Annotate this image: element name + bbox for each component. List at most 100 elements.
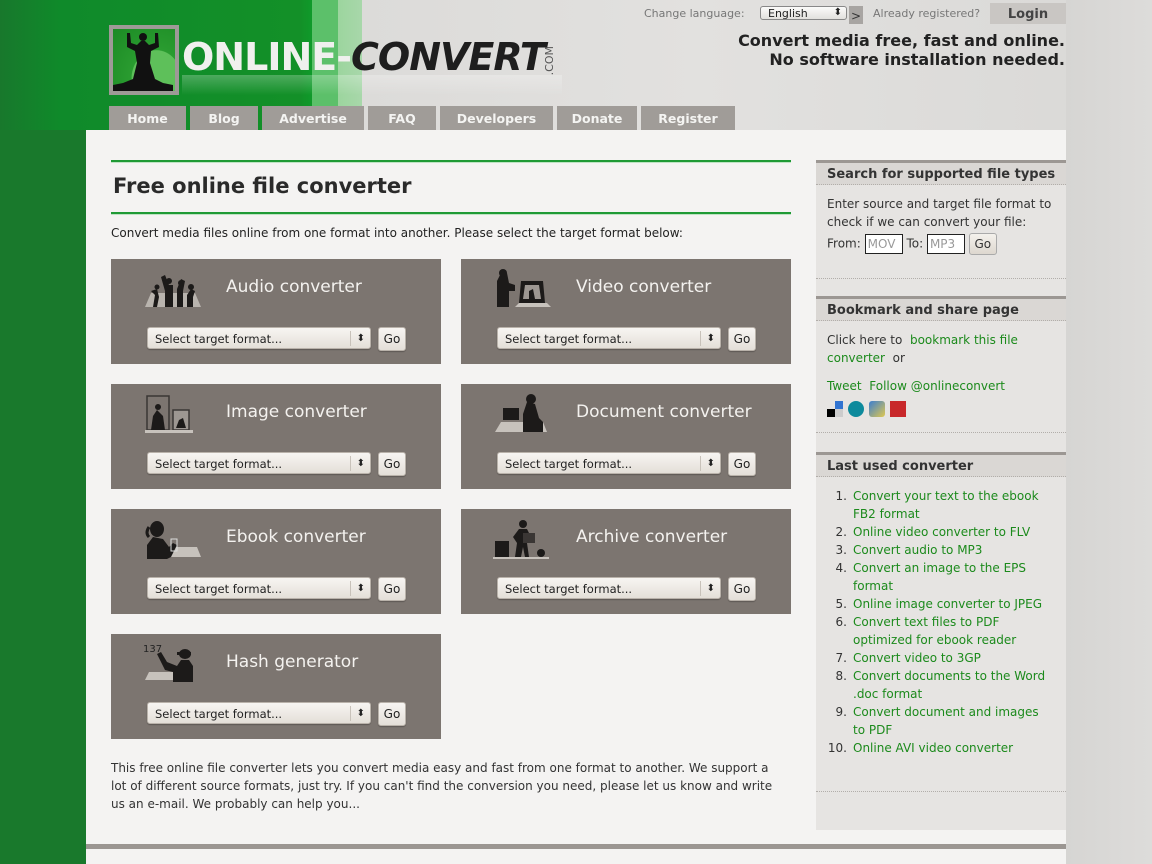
- box-title: Bookmark and share page: [816, 296, 1066, 321]
- select-arrows-icon: ⬍: [356, 583, 365, 594]
- card-title: Image converter: [226, 402, 367, 422]
- select-arrows-icon: ⬍: [706, 333, 715, 344]
- from-label: From:: [827, 236, 861, 251]
- bookmark-share-box: Bookmark and share page Click here to bo…: [816, 296, 1066, 417]
- video-go-button[interactable]: Go: [728, 327, 756, 351]
- list-item[interactable]: 1. Convert your text to the ebook FB2 for…: [816, 487, 1066, 523]
- hash-target-format-select[interactable]: Select target format... ⬍: [147, 702, 371, 724]
- list-item[interactable]: 8. Convert documents to the Word .doc for…: [816, 667, 1066, 703]
- image-go-button[interactable]: Go: [378, 452, 406, 476]
- title-bottom-rule: [111, 212, 791, 215]
- divider: [816, 791, 1066, 792]
- footer-divider: [86, 844, 1066, 849]
- document-converter-card: Document converter Select target format.…: [461, 384, 791, 489]
- picture-frames-icon: [145, 395, 193, 433]
- sidebar: Search for supported file types Enter so…: [816, 160, 1066, 830]
- dancing-people-icon: [145, 275, 201, 307]
- delicious-icon[interactable]: [827, 401, 843, 417]
- select-arrows-icon: ⬍: [356, 458, 365, 469]
- nav-blog[interactable]: Blog: [190, 106, 258, 130]
- list-item[interactable]: 2. Online video converter to FLV: [816, 523, 1066, 541]
- person-at-computer-icon: [495, 394, 547, 432]
- already-registered-label: Already registered?: [873, 7, 981, 20]
- nav-advertise[interactable]: Advertise: [262, 106, 364, 130]
- search-go-button[interactable]: Go: [968, 233, 997, 255]
- document-target-format-select[interactable]: Select target format... ⬍: [497, 452, 721, 474]
- list-item[interactable]: 3. Convert audio to MP3: [816, 541, 1066, 559]
- follow-link[interactable]: Follow @onlineconvert: [869, 379, 1005, 393]
- card-title: Ebook converter: [226, 527, 366, 547]
- stumbleupon-icon[interactable]: [848, 401, 864, 417]
- box-title: Search for supported file types: [816, 160, 1066, 185]
- hash-generator-card: 137 Hash generator Select target format.…: [111, 634, 441, 739]
- last-used-converter-box: Last used converter 1. Convert your text …: [816, 452, 1066, 757]
- myspace-icon[interactable]: [869, 401, 885, 417]
- archive-converter-card: Archive converter Select target format..…: [461, 509, 791, 614]
- audio-go-button[interactable]: Go: [378, 327, 406, 351]
- audio-converter-card: Audio converter Select target format... ⬍…: [111, 259, 441, 364]
- ebook-go-button[interactable]: Go: [378, 577, 406, 601]
- person-reading-ebook-icon: [145, 521, 201, 559]
- list-item[interactable]: 6. Convert text files to PDF optimized fo…: [816, 613, 1066, 649]
- to-label: To:: [906, 236, 924, 251]
- language-go-button[interactable]: >: [849, 6, 863, 24]
- tweet-link[interactable]: Tweet: [827, 379, 862, 393]
- from-format-input[interactable]: MOV: [864, 234, 903, 254]
- left-background-strip: [0, 130, 86, 864]
- image-converter-card: Image converter Select target format... ⬍…: [111, 384, 441, 489]
- select-arrows-icon: ⬍: [706, 583, 715, 594]
- archive-go-button[interactable]: Go: [728, 577, 756, 601]
- person-writing-hash-icon: 137: [143, 644, 193, 682]
- search-description: Enter source and target file format to c…: [827, 197, 1052, 229]
- nav-faq[interactable]: FAQ: [368, 106, 436, 130]
- list-item[interactable]: 5. Online image converter to JPEG: [816, 595, 1066, 613]
- list-item[interactable]: 10. Online AVI video converter: [816, 739, 1066, 757]
- right-background-strip: [1066, 0, 1152, 864]
- divider: [816, 432, 1066, 433]
- person-with-boxes-icon: [493, 520, 549, 559]
- nav-developers[interactable]: Developers: [440, 106, 553, 130]
- outro-text: This free online file converter lets you…: [111, 761, 773, 811]
- card-title: Archive converter: [576, 527, 728, 547]
- list-item[interactable]: 4. Convert an image to the EPS format: [816, 559, 1066, 595]
- list-item[interactable]: 7. Convert video to 3GP: [816, 649, 1066, 667]
- to-format-input[interactable]: MP3: [926, 234, 965, 254]
- select-arrows-icon: ⬍: [706, 458, 715, 469]
- select-arrows-icon: ⬍: [356, 333, 365, 344]
- language-select[interactable]: English ⬍: [760, 6, 847, 20]
- nav-register[interactable]: Register: [641, 106, 735, 130]
- login-button[interactable]: Login: [990, 3, 1066, 24]
- audio-target-format-select[interactable]: Select target format... ⬍: [147, 327, 371, 349]
- intro-text: Convert media files online from one form…: [111, 226, 683, 240]
- logo-reflection: [182, 75, 562, 95]
- nav-donate[interactable]: Donate: [557, 106, 637, 130]
- image-target-format-select[interactable]: Select target format... ⬍: [147, 452, 371, 474]
- archive-target-format-select[interactable]: Select target format... ⬍: [497, 577, 721, 599]
- card-title: Document converter: [576, 402, 752, 422]
- list-item[interactable]: 9. Convert document and images to PDF: [816, 703, 1066, 739]
- triumphant-person-icon: [113, 33, 173, 91]
- main-nav: Home Blog Advertise FAQ Developers Donat…: [109, 106, 735, 130]
- nav-home[interactable]: Home: [109, 106, 186, 130]
- hash-go-button[interactable]: Go: [378, 702, 406, 726]
- page-title: Free online file converter: [113, 174, 412, 198]
- card-title: Audio converter: [226, 277, 362, 297]
- video-camera-person-icon: [497, 269, 551, 307]
- video-target-format-select[interactable]: Select target format... ⬍: [497, 327, 721, 349]
- ebook-converter-card: Ebook converter Select target format... ⬍…: [111, 509, 441, 614]
- box-title: Last used converter: [816, 452, 1066, 477]
- select-arrows-icon: ⬍: [356, 708, 365, 719]
- tagline: Convert media free, fast and online. No …: [738, 31, 1065, 69]
- last-used-list: 1. Convert your text to the ebook FB2 for…: [816, 477, 1066, 757]
- divider: [816, 278, 1066, 279]
- search-file-types-box: Search for supported file types Enter so…: [816, 160, 1066, 255]
- ebook-target-format-select[interactable]: Select target format... ⬍: [147, 577, 371, 599]
- change-language-label: Change language:: [644, 7, 745, 20]
- content-area: Free online file converter Convert media…: [86, 130, 1066, 864]
- share-icon[interactable]: [890, 401, 906, 417]
- card-title: Hash generator: [226, 652, 359, 672]
- document-go-button[interactable]: Go: [728, 452, 756, 476]
- select-arrows-icon: ⬍: [833, 7, 842, 18]
- logo-image[interactable]: [109, 25, 179, 95]
- video-converter-card: Video converter Select target format... ⬍…: [461, 259, 791, 364]
